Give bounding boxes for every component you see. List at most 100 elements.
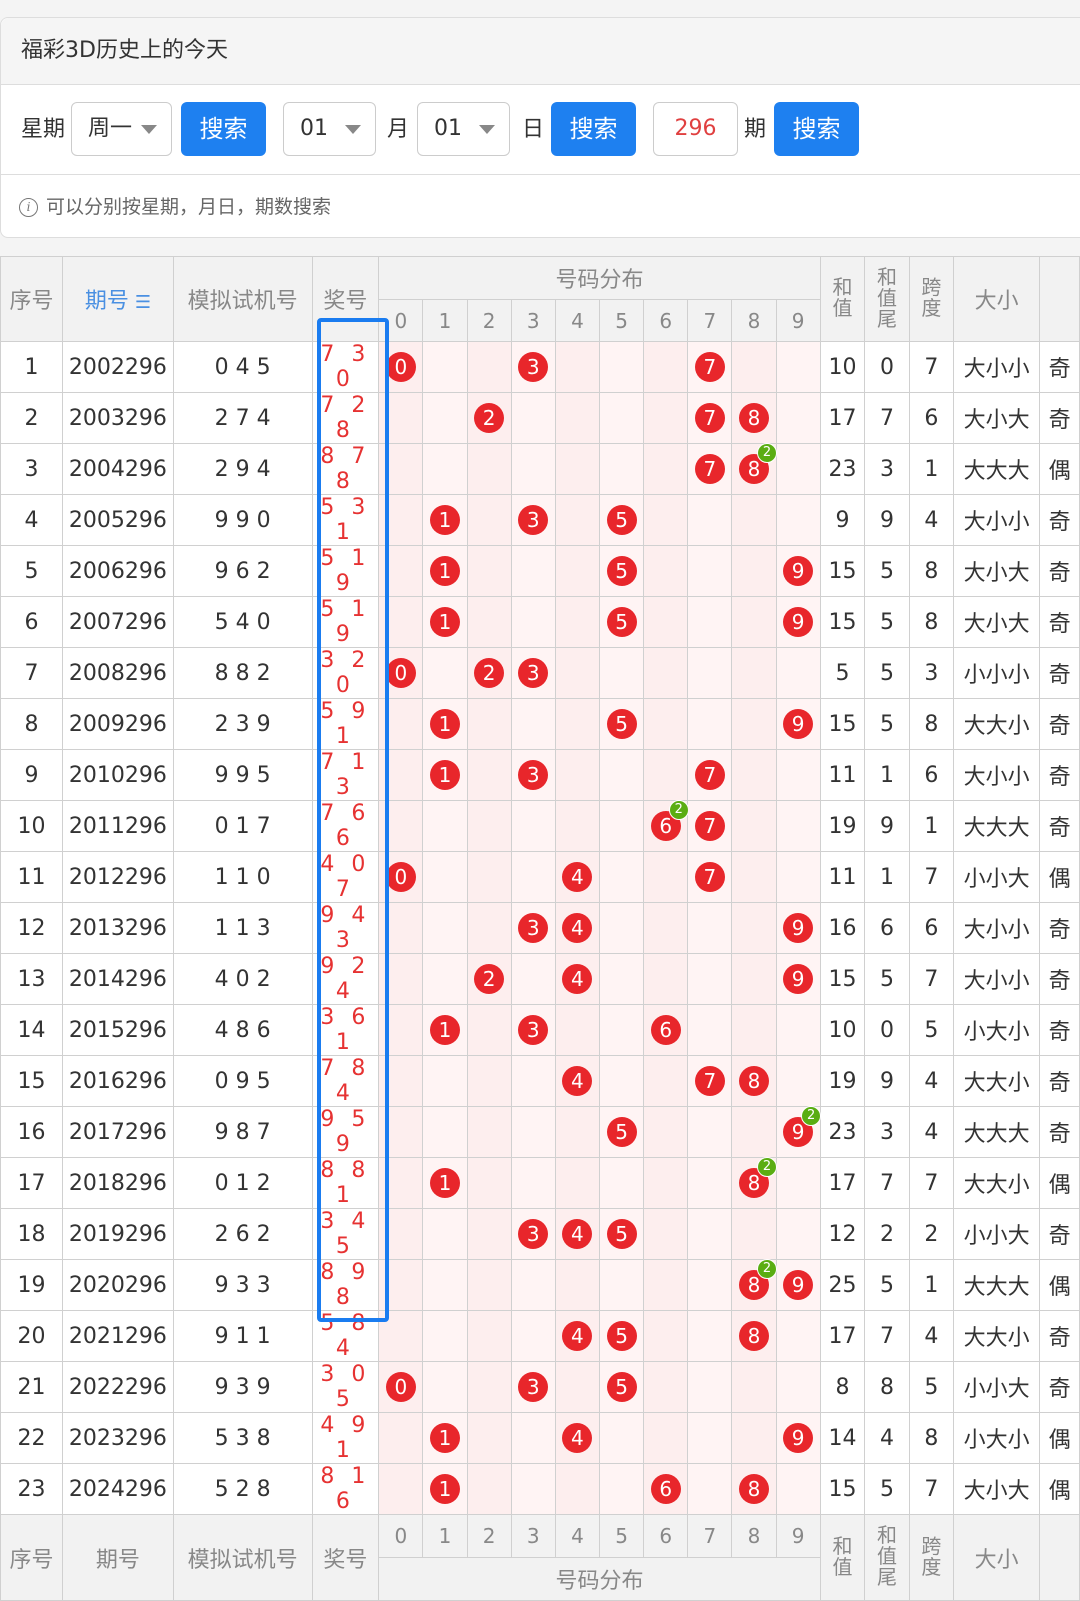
sort-icon[interactable]: ☰: [135, 292, 151, 313]
dist-cell-2: [466, 800, 512, 852]
repeat-count-badge: 2: [756, 1157, 777, 1177]
issue-search-button[interactable]: 搜索: [774, 102, 859, 156]
number-ball: 8: [738, 1474, 769, 1504]
dist-cell-1: 1: [422, 545, 468, 597]
dist-cell-8: 8: [731, 1463, 777, 1515]
number-ball: 4: [562, 1219, 593, 1249]
dist-cell-8: [731, 494, 777, 546]
number-ball: 82: [738, 443, 777, 484]
dist-cell-8: 8: [731, 392, 777, 444]
dist-cell-9: [775, 1157, 821, 1209]
number-ball: 7: [694, 403, 725, 433]
dist-cell-1: 1: [422, 1157, 468, 1209]
row-issue: 2023296: [62, 1412, 174, 1464]
dist-cell-6: [643, 1055, 689, 1107]
dist-cell-4: [554, 545, 601, 597]
col-span-header: 跨度: [908, 256, 955, 342]
dist-cell-9: [775, 1310, 821, 1362]
history-table: 序号 期号 ☰ 模拟试机号 奖号 号码分布 和值 和值尾 跨度 大小 012345…: [0, 256, 1080, 1601]
row-winning-number: 3 4 5: [311, 1208, 380, 1260]
dist-cell-3: [510, 1157, 556, 1209]
row-sum: 14: [819, 1412, 866, 1464]
row-trial-number: 5 2 8: [172, 1463, 313, 1515]
row-sum: 17: [819, 1157, 866, 1209]
dist-cell-4: 4: [554, 953, 601, 1005]
row-trial-number: 0 9 5: [172, 1055, 313, 1107]
row-sum: 11: [819, 851, 866, 903]
row-issue: 2004296: [62, 443, 174, 495]
number-ball: 6: [650, 1015, 681, 1045]
dist-cell-7: [687, 494, 733, 546]
table-row: 6 2007296 5 4 05 1 9 1 5 9 15 5 8 大小大奇: [0, 596, 1080, 648]
dist-cell-6: [643, 545, 689, 597]
row-sum-tail: 9: [864, 1055, 910, 1107]
table-row: 9 2010296 9 9 57 1 3 1 3 7 11 1 6 大小小奇: [0, 749, 1080, 801]
row-parity: 奇: [1039, 341, 1080, 393]
row-size: 大小大: [953, 1463, 1041, 1515]
row-sum-tail: 0: [864, 1004, 910, 1056]
row-span: 7: [908, 851, 955, 903]
row-size: 小小大: [953, 851, 1041, 903]
dist-cell-3: [510, 443, 556, 495]
row-winning-number: 4 0 7: [311, 851, 380, 903]
row-size: 小小大: [953, 1361, 1041, 1413]
row-winning-number: 5 3 1: [311, 494, 380, 546]
weekday-search-button[interactable]: 搜索: [181, 102, 266, 156]
number-ball: 5: [606, 1321, 637, 1351]
foot-span-label: 跨度: [921, 1533, 942, 1579]
dist-cell-2: [466, 1463, 512, 1515]
date-search-button[interactable]: 搜索: [551, 102, 636, 156]
dist-cell-8: 8: [731, 1310, 777, 1362]
dist-cell-3: [510, 1310, 556, 1362]
row-winning-number: 7 1 3: [311, 749, 380, 801]
foot-digit-header-2: 2: [466, 1514, 512, 1558]
row-size: 大小小: [953, 494, 1041, 546]
row-winning-number: 8 7 8: [311, 443, 380, 495]
row-winning-number: 7 6 6: [311, 800, 380, 852]
dist-cell-6: [643, 851, 689, 903]
row-sum-tail: 5: [864, 1463, 910, 1515]
row-parity: 奇: [1039, 1106, 1080, 1158]
dist-cell-1: 1: [422, 1463, 468, 1515]
digit-header-1: 1: [422, 299, 468, 342]
number-ball: 4: [562, 862, 593, 892]
col-issue-label: 期号: [84, 289, 129, 314]
row-parity: 奇: [1039, 902, 1080, 954]
table-row: 15 2016296 0 9 57 8 4 4 7 8 19 9 4 大大小奇: [0, 1055, 1080, 1107]
row-index: 7: [0, 647, 64, 699]
dist-cell-4: [554, 392, 601, 444]
row-trial-number: 9 9 5: [172, 749, 313, 801]
dist-cell-9: [775, 1361, 821, 1413]
dist-cell-9: 9: [775, 1412, 821, 1464]
row-issue: 2012296: [62, 851, 174, 903]
dist-cell-8: [731, 545, 777, 597]
dist-cell-3: [510, 1463, 556, 1515]
issue-input[interactable]: 296: [653, 102, 738, 156]
dist-cell-6: [643, 953, 689, 1005]
row-issue: 2008296: [62, 647, 174, 699]
number-ball: 9: [783, 913, 814, 943]
dist-cell-7: [687, 545, 733, 597]
foot-digit-header-1: 1: [422, 1514, 468, 1558]
dist-cell-1: [422, 1361, 468, 1413]
weekday-select[interactable]: 周一: [71, 102, 172, 156]
row-winning-number: 3 6 1: [311, 1004, 380, 1056]
month-select[interactable]: 01: [283, 102, 376, 156]
number-ball: 1: [430, 1423, 460, 1453]
dist-cell-6: [643, 1106, 689, 1158]
dist-cell-1: [422, 953, 468, 1005]
day-select[interactable]: 01: [417, 102, 510, 156]
dist-cell-7: 7: [687, 341, 733, 393]
number-ball: 1: [430, 1474, 460, 1504]
dist-cell-4: 4: [554, 1412, 601, 1464]
repeat-count-badge: 2: [801, 1106, 822, 1126]
row-sum-tail: 5: [864, 647, 910, 699]
dist-cell-0: [378, 596, 424, 648]
col-issue-header[interactable]: 期号 ☰: [62, 256, 174, 342]
dist-cell-5: [598, 953, 645, 1005]
row-parity: 奇: [1039, 1208, 1080, 1260]
number-ball: 5: [606, 1219, 637, 1249]
number-ball: 1: [430, 556, 460, 586]
row-index: 20: [0, 1310, 64, 1362]
row-span: 6: [908, 749, 955, 801]
